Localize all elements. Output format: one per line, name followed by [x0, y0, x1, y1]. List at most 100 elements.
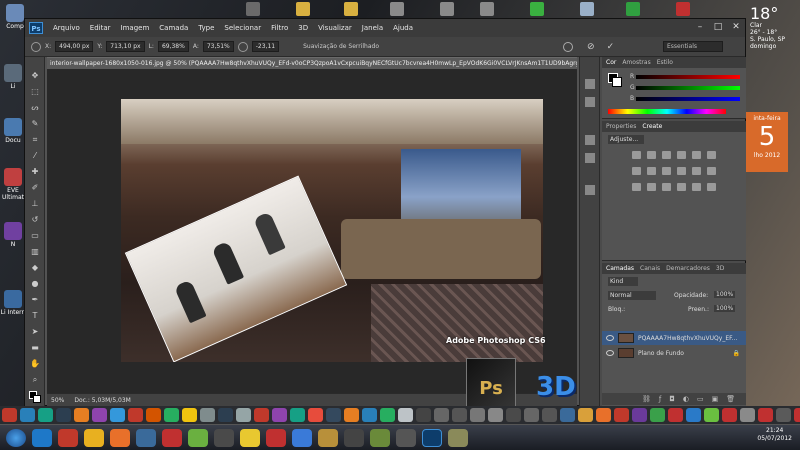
app-icon[interactable]: [398, 408, 413, 422]
minimize-button[interactable]: –: [693, 21, 707, 33]
paragraph-panel-icon[interactable]: [585, 153, 595, 163]
wifi-icon[interactable]: [580, 2, 594, 16]
app-icon[interactable]: [182, 408, 197, 422]
blue-slider[interactable]: B: [630, 95, 740, 102]
character-panel-icon[interactable]: [585, 135, 595, 145]
app-icon[interactable]: [344, 408, 359, 422]
vibrance-icon[interactable]: [692, 151, 701, 159]
move-tool-icon[interactable]: ✥: [29, 71, 41, 81]
drive-icon[interactable]: [440, 2, 454, 16]
shape-tool-icon[interactable]: ▬: [29, 343, 41, 353]
invert-icon[interactable]: [707, 167, 716, 175]
angle-field[interactable]: -23,11: [251, 41, 280, 52]
app-icon[interactable]: [776, 408, 791, 422]
blend-mode-select[interactable]: Normal: [608, 291, 656, 300]
zoom-level[interactable]: 50%: [51, 397, 64, 404]
cancel-transform-icon[interactable]: ⊘: [587, 42, 595, 52]
photo-filter-icon[interactable]: [662, 167, 671, 175]
hdr-icon[interactable]: [707, 183, 716, 191]
top-app-icon[interactable]: [246, 2, 260, 16]
workspace-select[interactable]: Essentials: [663, 41, 723, 52]
app-icon[interactable]: [236, 408, 251, 422]
app-icon[interactable]: [110, 408, 125, 422]
drive-icon[interactable]: [480, 2, 494, 16]
info-panel-icon[interactable]: [585, 185, 595, 195]
app-icon[interactable]: [290, 408, 305, 422]
app-icon[interactable]: [136, 428, 156, 447]
weather-gadget[interactable]: 18° Clar 26° - 18° S. Paulo, SP domingo: [750, 6, 798, 76]
app-icon[interactable]: [542, 408, 557, 422]
menu-arquivo[interactable]: Arquivo: [53, 24, 80, 32]
adjustments-select[interactable]: Adjuste...: [608, 135, 644, 144]
app-icon[interactable]: [362, 408, 377, 422]
app-icon[interactable]: [632, 408, 647, 422]
app-icon[interactable]: [740, 408, 755, 422]
app-icon[interactable]: [146, 408, 161, 422]
zoom-tool-icon[interactable]: ⌕: [29, 375, 41, 385]
gradient-tool-icon[interactable]: ▥: [29, 247, 41, 257]
levels-icon[interactable]: [647, 151, 656, 159]
app-icon[interactable]: [164, 408, 179, 422]
app-icon[interactable]: [704, 408, 719, 422]
brightness-icon[interactable]: [632, 151, 641, 159]
app-icon[interactable]: [218, 408, 233, 422]
app-icon[interactable]: [2, 408, 17, 422]
color-balance-icon[interactable]: [632, 167, 641, 175]
app-icon[interactable]: [578, 408, 593, 422]
app-icon[interactable]: [214, 428, 234, 447]
interpolation-select[interactable]: Suavização de Serrilhado: [303, 43, 379, 50]
add-icon[interactable]: [530, 2, 544, 16]
tab-cor[interactable]: Cor: [606, 59, 616, 66]
threshold-icon[interactable]: [647, 183, 656, 191]
app-icon[interactable]: [254, 408, 269, 422]
canvas-image[interactable]: [121, 99, 543, 362]
start-button[interactable]: [6, 428, 26, 447]
menu-visualizar[interactable]: Visualizar: [318, 24, 352, 32]
app-icon[interactable]: [416, 408, 431, 422]
bg-color-swatch[interactable]: [612, 77, 622, 87]
menu-imagem[interactable]: Imagem: [121, 24, 150, 32]
opacity-field[interactable]: 100%: [714, 291, 736, 298]
maximize-button[interactable]: □: [711, 21, 725, 33]
warp-icon[interactable]: [563, 41, 574, 52]
app-icon[interactable]: [488, 408, 503, 422]
tab-demarcadores[interactable]: Demarcadores: [666, 265, 710, 272]
app-icon[interactable]: [74, 408, 89, 422]
system-clock[interactable]: 21:24 05/07/2012: [757, 427, 792, 443]
dodge-tool-icon[interactable]: ●: [29, 279, 41, 289]
menu-filtro[interactable]: Filtro: [271, 24, 288, 32]
menu-selecionar[interactable]: Selecionar: [224, 24, 261, 32]
path-select-tool-icon[interactable]: ➤: [29, 327, 41, 337]
app-icon[interactable]: [370, 428, 390, 447]
background-color-swatch[interactable]: [33, 395, 41, 403]
eraser-tool-icon[interactable]: ▭: [29, 231, 41, 241]
group-icon[interactable]: ▭: [697, 395, 704, 403]
delete-layer-icon[interactable]: 🗑: [726, 395, 735, 403]
app-icon[interactable]: [56, 408, 71, 422]
app-icon[interactable]: [452, 408, 467, 422]
desktop-icon-library[interactable]: Li: [0, 64, 26, 90]
desktop-icon-eve[interactable]: EVE Ultimat: [0, 168, 26, 201]
x-position-field[interactable]: 494,00 px: [55, 41, 94, 52]
app-icon[interactable]: [380, 408, 395, 422]
menu-camada[interactable]: Camada: [159, 24, 188, 32]
selective-color-icon[interactable]: [677, 183, 686, 191]
visibility-eye-icon[interactable]: [606, 350, 614, 356]
blur-tool-icon[interactable]: ◆: [29, 263, 41, 273]
spectrum-bar[interactable]: [608, 109, 726, 114]
menu-janela[interactable]: Janela: [362, 24, 383, 32]
brush-tool-icon[interactable]: ✐: [29, 183, 41, 193]
red-slider[interactable]: R: [630, 73, 740, 80]
opera-icon[interactable]: [58, 428, 78, 447]
app-icon[interactable]: [506, 408, 521, 422]
layer-row[interactable]: Plano de Fundo 🔒: [602, 346, 746, 360]
app-icon[interactable]: [794, 408, 800, 422]
app-icon[interactable]: [668, 408, 683, 422]
document-tab[interactable]: interior-wallpaper-1680x1050-016.jpg @ 5…: [47, 57, 577, 69]
app-icon[interactable]: [272, 408, 287, 422]
commit-transform-icon[interactable]: ✓: [607, 42, 615, 52]
color-lookup-icon[interactable]: [692, 167, 701, 175]
curves-icon[interactable]: [662, 151, 671, 159]
transformed-layer-photo[interactable]: [124, 175, 348, 362]
app-icon[interactable]: [240, 428, 260, 447]
